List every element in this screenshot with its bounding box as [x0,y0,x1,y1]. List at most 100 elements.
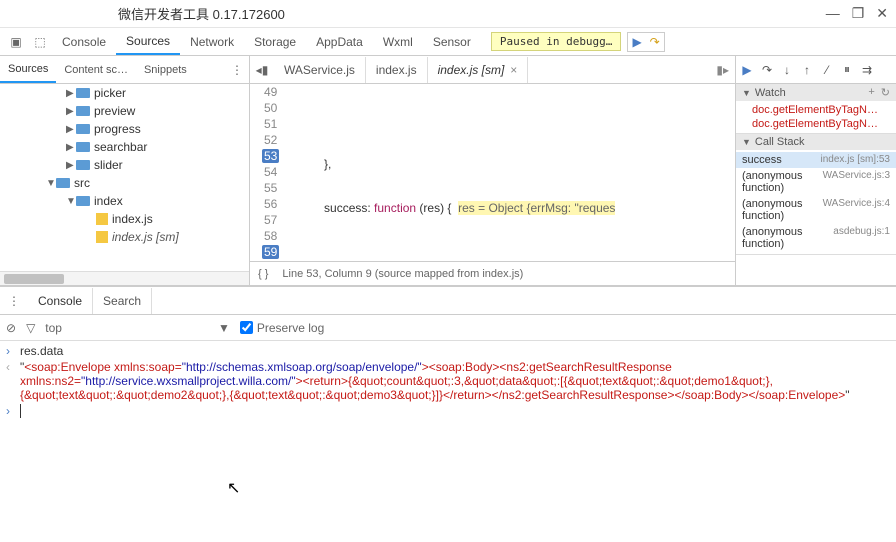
panel-tabs: Console Sources Network Storage AppData … [52,28,481,55]
chevron-down-icon: ▼ [742,137,751,147]
breakpoint-marker[interactable]: 53 [262,149,279,163]
tree-folder-preview[interactable]: ▶preview [0,102,249,120]
folder-icon [56,178,70,188]
step-over-icon[interactable]: ↷ [646,33,664,51]
stack-frame[interactable]: (anonymous function)WAService.js:3 [736,168,896,196]
console-drawer: ⋮ Console Search ⊘ ▽ top ▼ Preserve log … [0,286,896,542]
tree-file-indexjs[interactable]: index.js [0,210,249,228]
editor-tabs: ◂▮ WAService.js index.js index.js [sm]× … [250,56,735,84]
tree-file-indexjs-sm[interactable]: index.js [sm] [0,228,249,246]
step-into-icon[interactable]: ↓ [780,63,794,77]
window-title: 微信开发者工具 0.17.172600 [118,4,285,23]
tree-folder-index[interactable]: ▼index [0,192,249,210]
horizontal-scrollbar[interactable] [0,271,249,285]
drawer-tab-console[interactable]: Console [28,288,93,314]
folder-icon [76,196,90,206]
breakpoint-marker[interactable]: 59 [262,245,279,259]
drawer-tabs: ⋮ Console Search [0,287,896,315]
code-editor: ◂▮ WAService.js index.js index.js [sm]× … [250,56,736,285]
subtab-contentscripts[interactable]: Content sc… [56,57,136,83]
debugger-sidebar: ▶ ↷ ↓ ↑ ⁄ ⏸ ⇉ ▼ Watch +↻ doc.getElementB… [736,56,896,285]
editor-tab-index-sm[interactable]: index.js [sm]× [428,57,529,83]
code-body[interactable]: 49 50 51 52 53 54 55 56 57 58 59 }, succ… [250,84,735,261]
cursor-position: Line 53, Column 9 (source mapped from in… [282,268,523,280]
subtab-sources[interactable]: Sources [0,57,56,83]
debugger-toolbar: ▶ ↷ ↓ ↑ ⁄ ⏸ ⇉ [736,56,896,84]
console-prompt[interactable]: › [0,403,896,419]
nav-forward-icon[interactable]: ▮▸ [710,63,735,77]
tree-folder-progress[interactable]: ▶progress [0,120,249,138]
watch-header[interactable]: ▼ Watch +↻ [736,84,896,101]
refresh-watch-icon[interactable]: ↻ [881,86,890,99]
stack-frame[interactable]: (anonymous function)WAService.js:4 [736,196,896,224]
chevron-down-icon: ▼ [742,88,751,98]
subtab-snippets[interactable]: Snippets [136,57,195,83]
tab-sources[interactable]: Sources [116,29,180,55]
editor-tab-index[interactable]: index.js [366,57,428,83]
step-over-icon[interactable]: ↷ [760,63,774,77]
stack-frame[interactable]: successindex.js [sm]:53 [736,152,896,168]
devtools-toolbar: ▣ ⬚ Console Sources Network Storage AppD… [0,28,896,56]
folder-icon [76,88,90,98]
console-input-row: › res.data [0,343,896,359]
async-icon[interactable]: ⇉ [860,63,874,77]
js-file-icon [96,231,108,243]
callstack-header[interactable]: ▼ Call Stack [736,134,896,150]
tab-appdata[interactable]: AppData [306,29,373,55]
tab-storage[interactable]: Storage [244,29,306,55]
braces-icon[interactable]: { } [258,268,268,280]
close-button[interactable]: ✕ [876,5,888,22]
tab-sensor[interactable]: Sensor [423,29,481,55]
close-tab-icon[interactable]: × [510,63,517,77]
more-icon[interactable]: ⋮ [225,63,249,77]
input-marker-icon: › [6,404,20,418]
console-output-row: ‹ "<soap:Envelope xmlns:soap="http://sch… [0,359,896,403]
tab-network[interactable]: Network [180,29,244,55]
tree-folder-src[interactable]: ▼src [0,174,249,192]
editor-statusbar: { } Line 53, Column 9 (source mapped fro… [250,261,735,285]
stack-frame[interactable]: (anonymous function)asdebug.js:1 [736,224,896,252]
tab-console[interactable]: Console [52,29,116,55]
callstack-section: ▼ Call Stack successindex.js [sm]:53 (an… [736,134,896,255]
resume-icon[interactable]: ▶ [628,33,645,51]
folder-icon [76,124,90,134]
code-lines[interactable]: }, success: function (res) { res = Objec… [285,84,735,261]
filter-icon[interactable]: ▽ [26,321,35,335]
more-icon[interactable]: ⋮ [0,294,28,308]
clear-console-icon[interactable]: ⊘ [6,321,16,335]
drawer-tab-search[interactable]: Search [93,288,152,314]
file-tree[interactable]: ▶picker ▶preview ▶progress ▶searchbar ▶s… [0,84,249,271]
deactivate-bp-icon[interactable]: ⁄ [820,63,834,77]
sources-panel: Sources Content sc… Snippets ⋮ ▶picker ▶… [0,56,896,286]
console-toolbar: ⊘ ▽ top ▼ Preserve log [0,315,896,341]
maximize-button[interactable]: ❐ [852,5,865,22]
pause-exceptions-icon[interactable]: ⏸ [840,62,854,77]
js-file-icon [96,213,108,225]
file-navigator: Sources Content sc… Snippets ⋮ ▶picker ▶… [0,56,250,285]
input-marker-icon: › [6,344,20,358]
resume-icon[interactable]: ▶ [740,63,754,77]
folder-icon [76,142,90,152]
preserve-log-checkbox[interactable]: Preserve log [240,321,324,335]
editor-tab-waservice[interactable]: WAService.js [274,57,366,83]
folder-icon [76,106,90,116]
navigator-tabs: Sources Content sc… Snippets ⋮ [0,56,249,84]
line-gutter[interactable]: 49 50 51 52 53 54 55 56 57 58 59 [250,84,285,261]
paused-badge: Paused in debugg… [491,32,622,51]
step-out-icon[interactable]: ↑ [800,63,814,77]
window-controls: — ❐ ✕ [826,5,888,22]
inspect-icon[interactable]: ▣ [4,30,28,54]
tree-folder-slider[interactable]: ▶slider [0,156,249,174]
output-marker-icon: ‹ [6,360,20,402]
watch-expression[interactable]: doc.getElementByTagN… [736,117,896,131]
device-icon[interactable]: ⬚ [28,30,52,54]
watch-expression[interactable]: doc.getElementByTagN… [736,103,896,117]
tree-folder-searchbar[interactable]: ▶searchbar [0,138,249,156]
context-selector[interactable]: top ▼ [45,321,230,335]
tree-folder-picker[interactable]: ▶picker [0,84,249,102]
minimize-button[interactable]: — [826,5,840,22]
tab-wxml[interactable]: Wxml [373,29,423,55]
console-output[interactable]: › res.data ‹ "<soap:Envelope xmlns:soap=… [0,341,896,542]
nav-back-icon[interactable]: ◂▮ [250,63,274,77]
add-watch-icon[interactable]: + [868,86,874,99]
